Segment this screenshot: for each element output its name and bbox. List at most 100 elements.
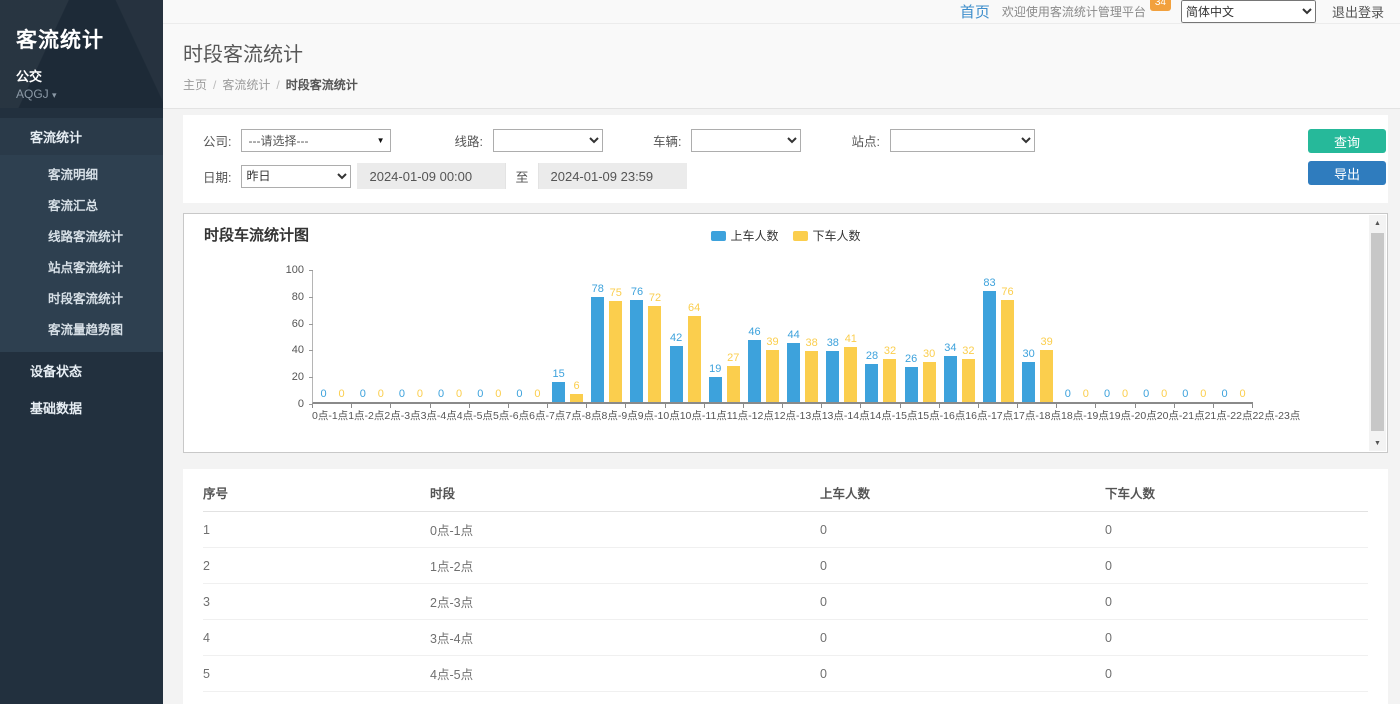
table-row: 43点-4点00: [203, 620, 1368, 656]
bar-value-label: 0: [399, 388, 405, 400]
x-axis-category-label: 1点-2点: [348, 410, 384, 423]
date-end-input[interactable]: 2024-01-09 23:59: [539, 163, 687, 189]
bar: [591, 297, 604, 402]
y-axis-label: 100: [274, 264, 304, 276]
bar: [688, 316, 701, 402]
bar: [905, 367, 918, 402]
bar-value-label: 19: [709, 363, 721, 375]
home-link[interactable]: 首页: [960, 1, 990, 22]
sidebar-item-time-flow-stats[interactable]: 时段客流统计: [0, 282, 163, 313]
bar-value-label: 64: [688, 302, 700, 314]
bar-value-label: 0: [1104, 388, 1110, 400]
x-axis-category-label: 17点-18点: [1013, 410, 1061, 423]
legend-item[interactable]: 上车人数: [710, 227, 778, 244]
bar-value-label: 0: [1065, 388, 1071, 400]
bar-group: 7672: [626, 270, 665, 402]
x-axis-category-label: 12点-13点: [774, 410, 822, 423]
sidebar: 客流统计 公交 AQGJ ▾ 客流统计客流明细客流汇总线路客流统计站点客流统计时…: [0, 0, 163, 704]
x-axis-category-label: 15点-16点: [917, 410, 965, 423]
content: 公司: ---请选择--- ▼ 线路: 车辆:: [163, 109, 1400, 704]
sidebar-item-base-data[interactable]: 基础数据: [0, 389, 163, 426]
bar-group: 44 38: [783, 270, 822, 402]
vehicle-label: 车辆:: [653, 131, 681, 150]
bar-group: 7875: [587, 270, 626, 402]
bar-group: 00: [1136, 270, 1175, 402]
bar-value-label: 26: [905, 353, 917, 365]
sidebar-item-flow-summary[interactable]: 客流汇总: [0, 189, 163, 220]
bar-value-label: 0: [516, 388, 522, 400]
bar-value-label: 38: [806, 337, 818, 349]
bar-value-label: 75: [610, 287, 622, 299]
bar-value-label: 44: [788, 329, 800, 341]
x-axis-category-label: 18点-19点: [1061, 410, 1109, 423]
legend-item[interactable]: 下车人数: [793, 227, 861, 244]
app-root: 客流统计 公交 AQGJ ▾ 客流统计客流明细客流汇总线路客流统计站点客流统计时…: [0, 0, 1400, 704]
filter-panel: 公司: ---请选择--- ▼ 线路: 车辆:: [183, 115, 1388, 203]
export-button[interactable]: 导出: [1308, 161, 1386, 185]
table-row: 21点-2点00: [203, 548, 1368, 584]
table-row: 32点-3点00: [203, 584, 1368, 620]
bar-value-label: 0: [1122, 388, 1128, 400]
scroll-down-icon[interactable]: ▼: [1369, 435, 1386, 451]
breadcrumb: 主页/客流统计/时段客流统计: [183, 76, 1400, 93]
y-axis-label: 20: [274, 371, 304, 383]
org-code-dropdown[interactable]: AQGJ ▾: [16, 87, 149, 101]
sidebar-item-flow-detail[interactable]: 客流明细: [0, 158, 163, 189]
bar-value-label: 0: [1083, 388, 1089, 400]
bar-group: 156: [548, 270, 587, 402]
query-button[interactable]: 查询: [1308, 129, 1386, 153]
table-row: 65点-6点00: [203, 692, 1368, 704]
bar-group: 00: [1096, 270, 1135, 402]
bar-group: 4264: [666, 270, 705, 402]
company-label: 公司:: [203, 131, 231, 150]
chart-panel: 时段车流统计图 上车人数下车人数 00000000000015678757672…: [183, 213, 1388, 453]
bar: [709, 377, 722, 402]
x-axis-category-label: 2点-3点: [384, 410, 420, 423]
bar-value-label: 0: [438, 388, 444, 400]
breadcrumb-item[interactable]: 客流统计: [222, 78, 270, 92]
bar-value-label: 39: [1041, 336, 1053, 348]
bar: [630, 300, 643, 402]
sidebar-item-flow-trend-chart[interactable]: 客流量趋势图: [0, 313, 163, 344]
bar-group: 00: [1175, 270, 1214, 402]
sidebar-item-station-flow-stats[interactable]: 站点客流统计: [0, 251, 163, 282]
breadcrumb-item[interactable]: 主页: [183, 78, 207, 92]
bar-group: 00: [1057, 270, 1096, 402]
station-label: 站点:: [851, 131, 879, 150]
date-start-input[interactable]: 2024-01-09 00:00: [357, 163, 505, 189]
bar-value-label: 15: [552, 368, 564, 380]
company-select[interactable]: ---请选择--- ▼: [241, 129, 391, 152]
bar-value-label: 76: [1001, 286, 1013, 298]
bar: [748, 340, 761, 402]
date-preset-select[interactable]: 昨日: [241, 165, 351, 188]
bar-value-label: 32: [962, 345, 974, 357]
station-select[interactable]: [890, 129, 1035, 152]
bar-value-label: 0: [378, 388, 384, 400]
table-panel: 序号时段上车人数下车人数 10点-1点0021点-2点0032点-3点0043点…: [183, 469, 1388, 704]
notification-badge[interactable]: 34: [1150, 0, 1171, 11]
bar: [670, 346, 683, 402]
bar-value-label: 0: [1239, 388, 1245, 400]
line-select[interactable]: [493, 129, 603, 152]
legend-swatch: [710, 231, 725, 241]
x-axis-labels: 0点-1点1点-2点2点-3点3点-4点4点-5点5点-6点6点-7点7点-8点…: [312, 410, 1253, 423]
bar-value-label: 0: [1182, 388, 1188, 400]
table-row: 54点-5点00: [203, 656, 1368, 692]
scroll-up-icon[interactable]: ▲: [1369, 215, 1386, 231]
logout-link[interactable]: 退出登录: [1332, 2, 1384, 21]
language-select[interactable]: 简体中文: [1181, 0, 1316, 23]
bar: [1040, 350, 1053, 402]
bar: [1001, 300, 1014, 402]
dropdown-arrow-icon: ▼: [377, 136, 385, 145]
chart-scrollbar[interactable]: ▲ ▼: [1369, 215, 1386, 451]
x-axis-category-label: 19点-20点: [1109, 410, 1157, 423]
vehicle-select[interactable]: [691, 129, 801, 152]
x-axis-category-label: 5点-6点: [493, 410, 529, 423]
table-row: 10点-1点00: [203, 512, 1368, 548]
sidebar-item-passenger-flow-stats[interactable]: 客流统计: [0, 118, 163, 155]
bar-value-label: 30: [923, 348, 935, 360]
sidebar-item-line-flow-stats[interactable]: 线路客流统计: [0, 220, 163, 251]
scrollbar-thumb[interactable]: [1371, 233, 1384, 431]
sidebar-item-device-status[interactable]: 设备状态: [0, 352, 163, 389]
x-axis-category-label: 21点-22点: [1205, 410, 1253, 423]
